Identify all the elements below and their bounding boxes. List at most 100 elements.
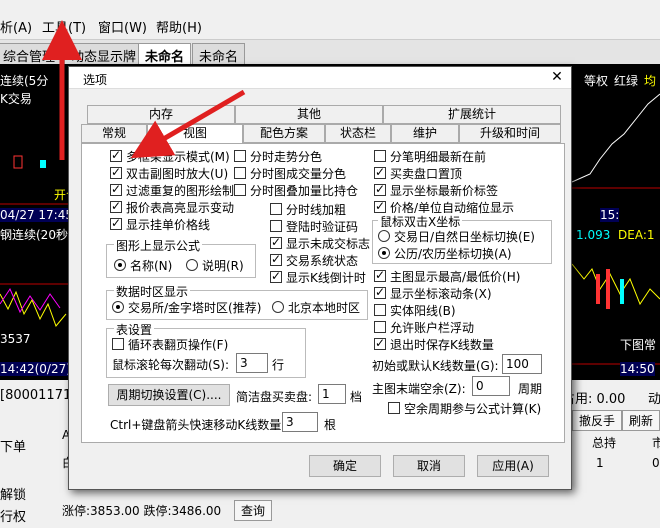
dialog-titlebar[interactable]: 选项 ✕ xyxy=(69,67,571,89)
query-button[interactable]: 查询 xyxy=(234,500,273,521)
radio-dot[interactable] xyxy=(378,230,390,242)
bg-label: 动 xyxy=(648,392,660,407)
checkbox-box[interactable] xyxy=(270,269,282,283)
apply-button[interactable]: 应用(A) xyxy=(477,455,549,477)
k-countdown-checkbox[interactable]: 显示K线倒计时 xyxy=(270,269,366,285)
beijing-timezone-radio[interactable]: 北京本地时区 xyxy=(272,299,360,315)
tab-color-scheme[interactable]: 配色方案 xyxy=(243,124,325,143)
reverse-button[interactable]: 撤反手 xyxy=(572,410,623,431)
login-captcha-checkbox[interactable]: 登陆时验证码 xyxy=(270,218,358,234)
unlock-tab[interactable]: 解锁 xyxy=(0,484,26,503)
tab-general[interactable]: 常规 xyxy=(81,124,147,143)
formula-name-radio[interactable]: 名称(N) xyxy=(114,257,172,273)
multi-frame-checkbox[interactable]: 多框架显示模式(M) xyxy=(110,148,230,164)
menu-tools[interactable]: 工具(T) xyxy=(42,17,86,36)
tab-unnamed-2[interactable]: 未命名 xyxy=(192,43,246,65)
checkbox-box[interactable] xyxy=(374,268,386,282)
blank-end-input[interactable]: 0 xyxy=(472,376,510,396)
timeshare-bold-checkbox[interactable]: 分时线加粗 xyxy=(270,201,346,217)
float-account-bar-checkbox[interactable]: 允许账户栏浮动 xyxy=(374,319,474,335)
tab-unnamed-1[interactable]: 未命名 xyxy=(138,43,192,65)
tab-statusbar[interactable]: 状态栏 xyxy=(325,124,391,143)
simple-book-unit: 档 xyxy=(350,390,363,404)
period-switch-button[interactable]: 周期切换设置(C).... xyxy=(108,384,230,406)
trade-system-status-checkbox[interactable]: 交易系统状态 xyxy=(270,252,358,268)
timeshare-volume-color-checkbox[interactable]: 分时图成交量分色 xyxy=(234,165,346,181)
tick-newest-first-checkbox[interactable]: 分笔明细最新在前 xyxy=(374,148,486,164)
checkbox-box[interactable] xyxy=(234,167,246,179)
checkbox-box[interactable] xyxy=(270,235,282,249)
checkbox-box[interactable] xyxy=(110,165,122,179)
group-title: 数据时区显示 xyxy=(114,283,191,300)
tab-dynamic[interactable]: 动态显示牌 xyxy=(64,43,144,65)
checkbox-box[interactable] xyxy=(374,199,386,213)
order-tab[interactable]: 下单 xyxy=(0,436,26,455)
tab-memory[interactable]: 内存 xyxy=(87,105,235,124)
refresh-button[interactable]: 刷新 xyxy=(622,410,660,431)
tab-other[interactable]: 其他 xyxy=(235,105,383,124)
table-cell: 0 xyxy=(652,456,660,470)
save-k-count-checkbox[interactable]: 退出时保存K线数量 xyxy=(374,336,494,352)
checkbox-box[interactable] xyxy=(110,199,122,213)
ctrl-move-input[interactable]: 3 xyxy=(282,412,318,432)
exchange-timezone-radio[interactable]: 交易所/金字塔时区(推荐) xyxy=(112,299,261,315)
radio-dot[interactable] xyxy=(272,301,284,313)
tab-maintenance[interactable]: 维护 xyxy=(391,124,459,143)
checkbox-box[interactable] xyxy=(374,304,386,316)
ok-button[interactable]: 确定 xyxy=(309,455,381,477)
radio-dot[interactable] xyxy=(186,259,198,271)
checkbox-box[interactable] xyxy=(112,338,124,350)
workspace-tabs: 综合管理 动态显示牌 未命名 未命名 xyxy=(0,40,660,65)
timeshare-color-checkbox[interactable]: 分时走势分色 xyxy=(234,148,322,164)
checkbox-box[interactable] xyxy=(374,336,386,350)
loop-page-checkbox[interactable]: 循环表翻页操作(F) xyxy=(112,336,228,352)
simple-book-input[interactable]: 1 xyxy=(318,384,346,404)
radio-dot[interactable] xyxy=(378,247,390,259)
show-high-low-checkbox[interactable]: 主图显示最高/最低价(H) xyxy=(374,268,520,284)
order-price-line-checkbox[interactable]: 显示挂单价格线 xyxy=(110,216,210,232)
menu-window[interactable]: 窗口(W) xyxy=(98,17,147,36)
checkbox-box[interactable] xyxy=(110,148,122,162)
checkbox-box[interactable] xyxy=(388,402,400,414)
axis-price-label-checkbox[interactable]: 显示坐标最新价标签 xyxy=(374,182,498,198)
checkbox-box[interactable] xyxy=(374,285,386,299)
bg-label: 1.093 xyxy=(576,228,611,242)
checkbox-box[interactable] xyxy=(374,182,386,196)
init-k-input[interactable]: 100 xyxy=(502,354,542,374)
checkbox-box[interactable] xyxy=(110,182,122,196)
axis-scrollbar-checkbox[interactable]: 显示坐标滚动条(X) xyxy=(374,285,492,301)
checkbox-box[interactable] xyxy=(270,220,282,232)
menu-help[interactable]: 帮助(H) xyxy=(156,17,202,36)
radio-dot[interactable] xyxy=(112,301,124,313)
tab-view[interactable]: 视图 xyxy=(147,124,243,143)
radio-dot[interactable] xyxy=(114,259,126,271)
checkbox-box[interactable] xyxy=(270,252,282,266)
unfilled-flag-checkbox[interactable]: 显示未成交标志 xyxy=(270,235,370,251)
double-click-zoom-checkbox[interactable]: 双击副图时放大(U) xyxy=(110,165,228,181)
wheel-scroll-input[interactable]: 3 xyxy=(236,353,268,373)
exercise-tab[interactable]: 行权 xyxy=(0,506,26,525)
cancel-button[interactable]: 取消 xyxy=(393,455,465,477)
group-title: 图形上显示公式 xyxy=(114,237,203,254)
checkbox-box[interactable] xyxy=(234,184,246,196)
checkbox-box[interactable] xyxy=(110,216,122,230)
checkbox-box[interactable] xyxy=(270,203,282,215)
formula-desc-radio[interactable]: 说明(R) xyxy=(186,257,244,273)
menu-analysis[interactable]: 析(A) xyxy=(0,17,32,36)
checkbox-box[interactable] xyxy=(374,150,386,162)
filter-duplicate-checkbox[interactable]: 过滤重复的图形绘制 xyxy=(110,182,234,198)
order-book-top-checkbox[interactable]: 买卖盘口置顶 xyxy=(374,165,462,181)
close-icon[interactable]: ✕ xyxy=(549,70,565,86)
trading-natural-day-radio[interactable]: 交易日/自然日坐标切换(E) xyxy=(378,228,535,244)
solar-lunar-radio[interactable]: 公历/农历坐标切换(A) xyxy=(378,245,512,261)
checkbox-box[interactable] xyxy=(234,150,246,162)
checkbox-box[interactable] xyxy=(374,165,386,179)
timeshare-overlay-checkbox[interactable]: 分时图叠加量比持仓 xyxy=(234,182,358,198)
tab-upgrade-time[interactable]: 升级和时间 xyxy=(459,124,561,143)
highlight-changes-checkbox[interactable]: 报价表高亮显示变动 xyxy=(110,199,234,215)
solid-yang-line-checkbox[interactable]: 实体阳线(B) xyxy=(374,302,456,318)
tab-overview[interactable]: 综合管理 xyxy=(0,43,63,65)
tab-extended-stats[interactable]: 扩展统计 xyxy=(383,105,561,124)
blank-in-formula-checkbox[interactable]: 空余周期参与公式计算(K) xyxy=(388,400,541,416)
checkbox-box[interactable] xyxy=(374,321,386,333)
